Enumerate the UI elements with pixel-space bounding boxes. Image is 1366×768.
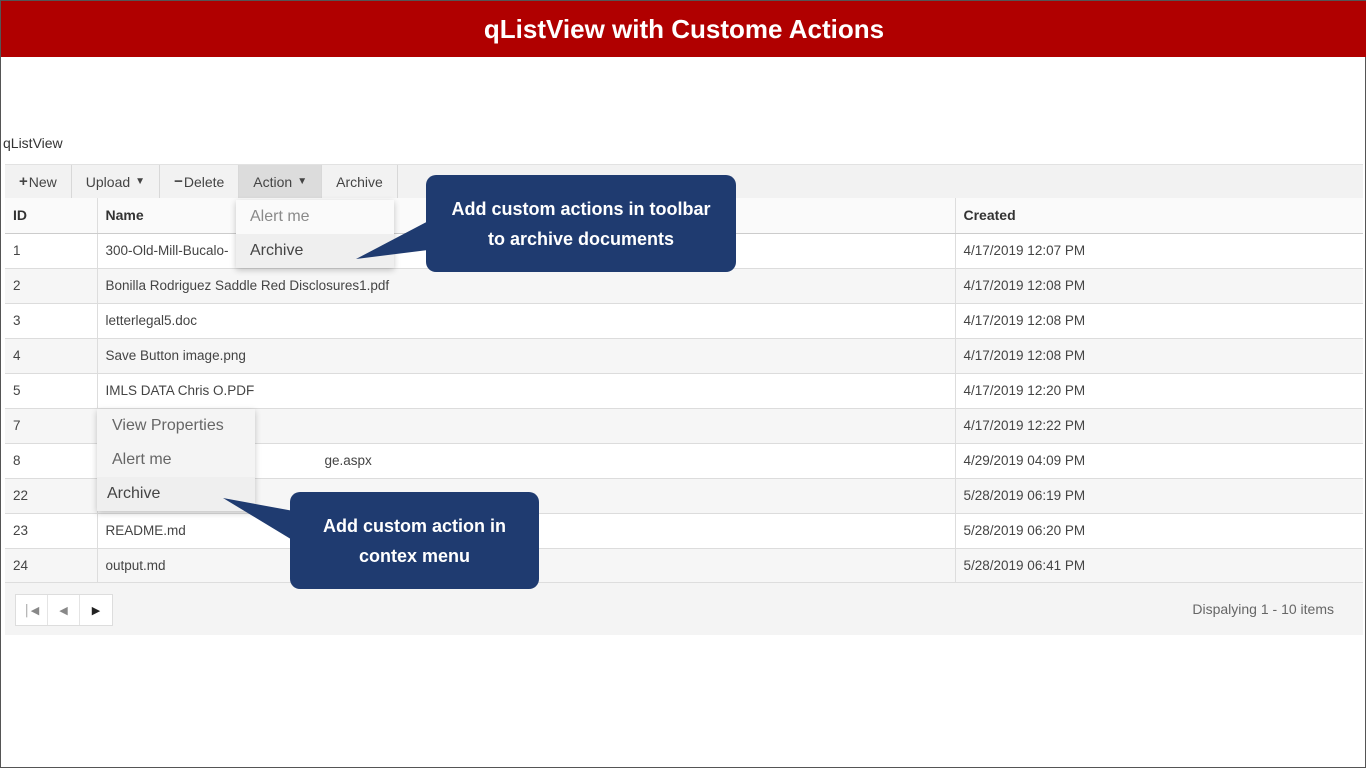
delete-button-label: Delete [183, 173, 225, 190]
cell-created: 5/28/2019 06:19 PM [955, 478, 1363, 514]
archive-button-label: Archive [336, 173, 383, 190]
cell-created: 4/17/2019 12:20 PM [955, 373, 1363, 409]
cell-id: 2 [5, 268, 98, 304]
first-page-icon[interactable]: │◀ [16, 595, 48, 625]
callout-context-line2: contex menu [358, 545, 470, 566]
cell-name[interactable]: letterlegal5.doc [97, 303, 956, 339]
cell-created: 4/17/2019 12:08 PM [955, 268, 1363, 304]
cell-id: 23 [5, 513, 98, 549]
upload-button[interactable]: Upload ▼ [72, 165, 161, 198]
menu-item-view-properties[interactable]: View Properties [97, 409, 255, 443]
cell-id: 1 [5, 233, 98, 269]
table-row[interactable]: 2 Bonilla Rodriguez Saddle Red Disclosur… [5, 268, 1363, 304]
caret-down-icon: ▼ [297, 176, 308, 187]
cell-name[interactable]: Bonilla Rodriguez Saddle Red Disclosures… [97, 268, 956, 304]
cell-id: 3 [5, 303, 98, 339]
archive-button[interactable]: Archive [322, 165, 398, 198]
callout-context-menu: Add custom action in contex menu [290, 492, 539, 589]
table-row[interactable]: 23 README.md 5/28/2019 06:20 PM [5, 513, 1363, 549]
column-header-created[interactable]: Created [955, 198, 1363, 234]
plus-icon: + [19, 173, 28, 190]
callout-toolbar-actions: Add custom actions in toolbar to archive… [426, 175, 736, 272]
callout-toolbar-line2: to archive documents [487, 228, 675, 249]
pager-info: Dispalying 1 - 10 items [1192, 601, 1334, 617]
pager-buttons: │◀ ◀ ▶ [15, 594, 113, 626]
prev-page-icon[interactable]: ◀ [48, 595, 80, 625]
cell-id: 24 [5, 548, 98, 584]
table-row[interactable]: 3 letterlegal5.doc 4/17/2019 12:08 PM [5, 303, 1363, 339]
pager: │◀ ◀ ▶ Dispalying 1 - 10 items [5, 582, 1363, 635]
new-button-label: New [28, 173, 57, 190]
table-row[interactable]: 5 IMLS DATA Chris O.PDF 4/17/2019 12:20 … [5, 373, 1363, 409]
cell-id: 8 [5, 443, 98, 479]
action-button[interactable]: Action ▼ [239, 165, 323, 198]
menu-item-alert-me[interactable]: Alert me [97, 443, 255, 477]
cell-created: 4/29/2019 04:09 PM [955, 443, 1363, 479]
cell-created: 4/17/2019 12:22 PM [955, 408, 1363, 444]
table-row[interactable]: 24 output.md 5/28/2019 06:41 PM [5, 548, 1363, 584]
upload-button-label: Upload [85, 173, 131, 190]
delete-button[interactable]: − Delete [160, 165, 240, 198]
cell-name[interactable]: Save Button image.png [97, 338, 956, 374]
table-row[interactable]: 4 Save Button image.png 4/17/2019 12:08 … [5, 338, 1363, 374]
cell-id: 7 [5, 408, 98, 444]
cell-id: 22 [5, 478, 98, 514]
cell-created: 5/28/2019 06:20 PM [955, 513, 1363, 549]
cell-created: 5/28/2019 06:41 PM [955, 548, 1363, 584]
callout-toolbar-line1: Add custom actions in toolbar [451, 198, 711, 219]
new-button[interactable]: + New [5, 165, 72, 198]
cell-created: 4/17/2019 12:07 PM [955, 233, 1363, 269]
caret-down-icon: ▼ [135, 176, 146, 187]
action-button-label: Action [253, 173, 293, 190]
callout-context-line1: Add custom action in [322, 515, 506, 536]
next-page-icon[interactable]: ▶ [80, 595, 112, 625]
cell-id: 5 [5, 373, 98, 409]
cell-created: 4/17/2019 12:08 PM [955, 338, 1363, 374]
cell-name[interactable]: IMLS DATA Chris O.PDF [97, 373, 956, 409]
view-title: qListView [3, 135, 63, 151]
cell-id: 4 [5, 338, 98, 374]
cell-created: 4/17/2019 12:08 PM [955, 303, 1363, 339]
banner-title: qListView with Custome Actions [1, 1, 1366, 57]
column-header-id[interactable]: ID [5, 198, 98, 234]
minus-icon: − [174, 173, 183, 190]
